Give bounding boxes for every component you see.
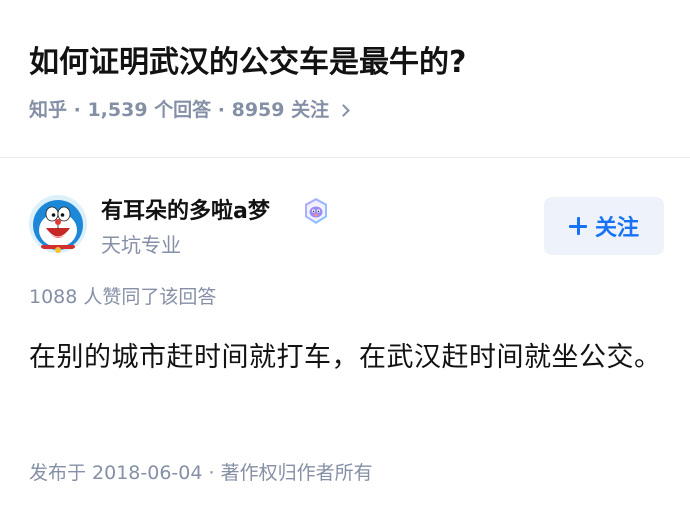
- author-info: 有耳朵的多啦a梦 天坑专业 关注: [29, 195, 664, 260]
- doraemon-avatar-icon: [29, 195, 87, 253]
- plus-icon: [568, 217, 587, 235]
- avatar[interactable]: [29, 195, 87, 253]
- answer-footer: 发布于 2018-06-04 · 著作权归作者所有: [29, 462, 373, 484]
- author-headline: 天坑专业: [101, 233, 181, 257]
- question-title[interactable]: 如何证明武汉的公交车是最牛的?: [29, 43, 466, 83]
- follow-button[interactable]: 关注: [544, 197, 664, 255]
- question-meta-text: 知乎 · 1,539 个回答 · 8959 关注: [29, 99, 330, 121]
- creator-badge-icon[interactable]: [302, 197, 330, 225]
- zhihu-answer-page: 如何证明武汉的公交车是最牛的? 知乎 · 1,539 个回答 · 8959 关注: [0, 0, 690, 525]
- answer-content: 在别的城市赶时间就打车，在武汉赶时间就坐公交。: [29, 342, 662, 373]
- question-meta[interactable]: 知乎 · 1,539 个回答 · 8959 关注: [29, 96, 350, 124]
- vote-count[interactable]: 1088 人赞同了该回答: [29, 284, 216, 310]
- author-name[interactable]: 有耳朵的多啦a梦: [101, 197, 270, 227]
- follow-button-label: 关注: [594, 216, 639, 241]
- chevron-right-icon: [337, 104, 350, 117]
- question-header: 如何证明武汉的公交车是最牛的? 知乎 · 1,539 个回答 · 8959 关注: [0, 0, 690, 158]
